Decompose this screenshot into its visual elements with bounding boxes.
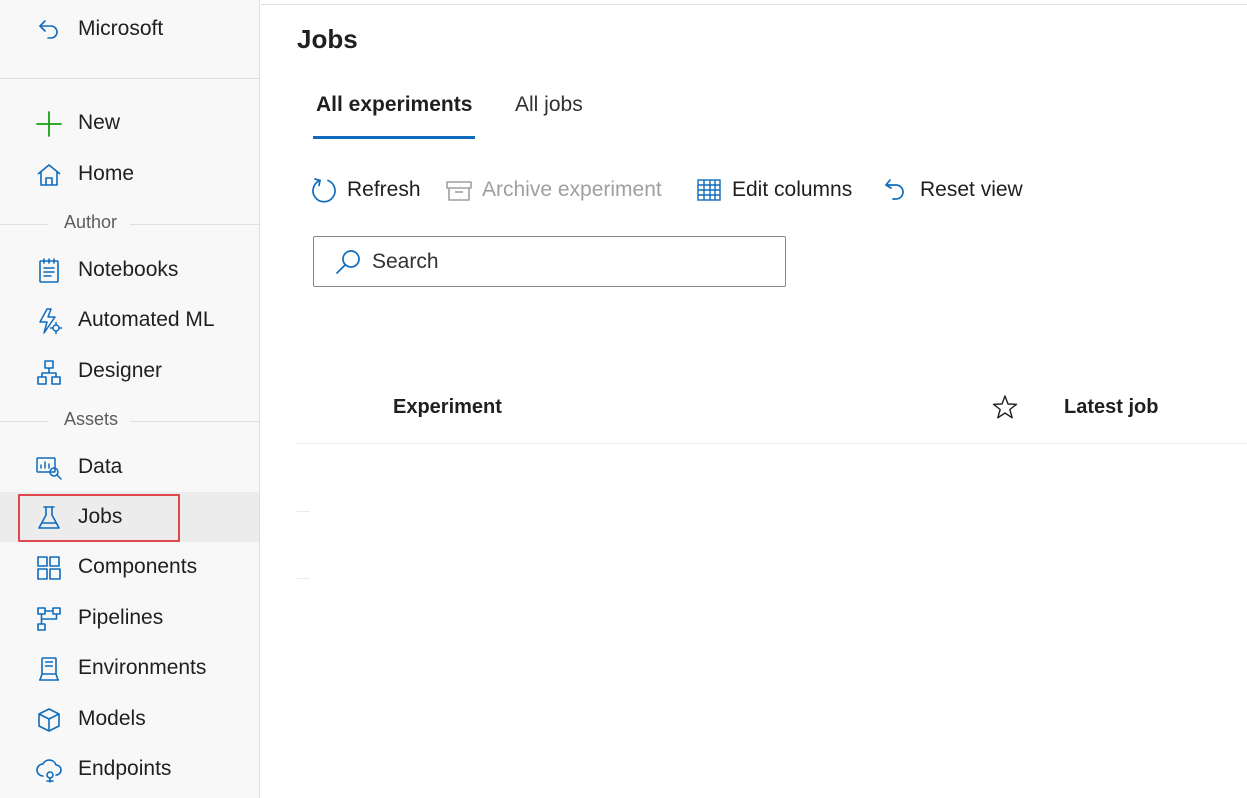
- environments-icon: [39, 657, 59, 681]
- section-title: Assets: [64, 409, 119, 429]
- tab-all-experiments[interactable]: All experiments: [316, 93, 472, 141]
- components-icon: [37, 556, 61, 580]
- sidebar-item-label: Data: [78, 455, 123, 478]
- sidebar-item-label: Models: [78, 707, 146, 730]
- sidebar-item-components[interactable]: Components: [0, 542, 259, 592]
- back-to-microsoft-link[interactable]: Microsoft: [0, 0, 259, 79]
- table-header-divider: [296, 443, 1247, 444]
- designer-icon: [37, 360, 61, 385]
- sidebar-item-label: Components: [78, 555, 198, 578]
- sidebar-item-label: Designer: [78, 359, 163, 382]
- edit-columns-label: Edit columns: [732, 178, 853, 201]
- page-title: Jobs: [297, 24, 358, 54]
- archive-label: Archive experiment: [482, 178, 662, 201]
- section-header-author: Author: [0, 212, 259, 236]
- back-label: Microsoft: [78, 17, 164, 40]
- sidebar-item-label: Automated ML: [78, 308, 215, 331]
- table-columns-icon: [697, 179, 721, 201]
- sidebar-item-home[interactable]: Home: [0, 149, 259, 199]
- sidebar-item-environments[interactable]: Environments: [0, 643, 259, 693]
- refresh-label: Refresh: [347, 178, 421, 201]
- sidebar-item-automated-ml[interactable]: Automated ML: [0, 295, 259, 345]
- refresh-icon: [312, 178, 336, 203]
- sidebar-item-label: Home: [78, 162, 135, 185]
- sidebar-item-label: Notebooks: [78, 258, 179, 281]
- pipelines-icon: [37, 607, 61, 631]
- selection-highlight: [18, 494, 180, 542]
- sidebar-item-pipelines[interactable]: Pipelines: [0, 593, 259, 643]
- search-box[interactable]: [313, 236, 786, 287]
- table-row-divider: [296, 511, 310, 512]
- notebook-icon: [39, 258, 59, 283]
- endpoints-icon: [36, 759, 62, 783]
- plus-icon: [36, 111, 62, 137]
- column-header-latest-job[interactable]: Latest job: [1064, 396, 1158, 419]
- sidebar-item-label: New: [78, 111, 121, 134]
- sidebar-item-endpoints[interactable]: Endpoints: [0, 744, 259, 794]
- section-header-assets: Assets: [0, 409, 259, 433]
- table-row-divider: [296, 578, 310, 579]
- cube-icon: [38, 708, 60, 732]
- active-tab-indicator: [313, 136, 475, 139]
- undo-icon: [885, 179, 904, 200]
- automl-icon: [39, 308, 63, 335]
- sidebar-item-notebooks[interactable]: Notebooks: [0, 245, 259, 295]
- star-icon[interactable]: [992, 394, 1018, 420]
- left-nav: Microsoft New Home Author Notebooks Auto…: [0, 0, 260, 798]
- sidebar-item-label: Endpoints: [78, 757, 172, 780]
- tab-all-jobs[interactable]: All jobs: [515, 93, 583, 141]
- sidebar-item-new[interactable]: New: [0, 98, 259, 148]
- data-icon: [36, 457, 62, 480]
- sidebar-item-models[interactable]: Models: [0, 694, 259, 744]
- back-arrow-icon: [39, 20, 58, 39]
- column-header-experiment[interactable]: Experiment: [393, 396, 502, 419]
- sidebar-item-data[interactable]: Data: [0, 442, 259, 492]
- sidebar-item-designer[interactable]: Designer: [0, 346, 259, 396]
- section-title: Author: [64, 212, 118, 232]
- sidebar-item-label: Environments: [78, 656, 207, 679]
- archive-icon: [446, 181, 472, 201]
- top-divider: [261, 4, 1247, 5]
- home-icon: [37, 164, 61, 186]
- search-input[interactable]: [372, 245, 772, 279]
- sidebar-item-label: Pipelines: [78, 606, 164, 629]
- search-icon: [336, 250, 360, 274]
- reset-view-label: Reset view: [920, 178, 1023, 201]
- main-content: Jobs All experiments All jobs Refresh Ar…: [261, 0, 1247, 798]
